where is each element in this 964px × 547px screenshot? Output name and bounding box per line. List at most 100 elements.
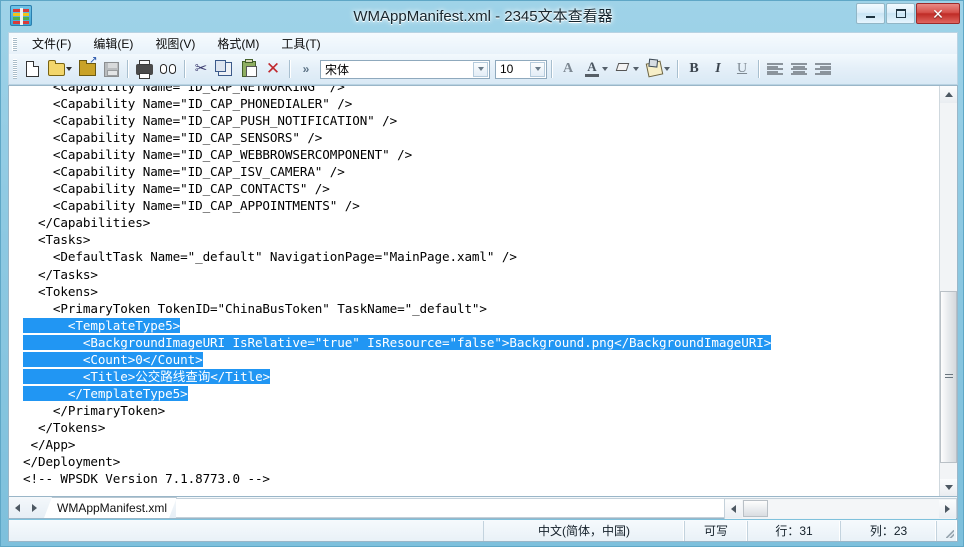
editor-line[interactable]: <Capability Name="ID_CAP_PHONEDIALER" />: [23, 95, 771, 112]
editor-line[interactable]: <Capability Name="ID_CAP_APPOINTMENTS" /…: [23, 197, 771, 214]
save-disk-icon: [103, 61, 119, 77]
font-name-dropdown-icon[interactable]: [473, 61, 488, 77]
copy-icon: [215, 60, 232, 76]
open-button[interactable]: [44, 57, 68, 81]
editor-line[interactable]: </App>: [23, 436, 771, 453]
bold-button[interactable]: B: [682, 57, 706, 81]
menu-item-view[interactable]: 视图(V): [144, 32, 206, 55]
editor-line[interactable]: </Tasks>: [23, 266, 771, 283]
menu-item-format[interactable]: 格式(M): [206, 32, 270, 55]
editor-line[interactable]: <Capability Name="ID_CAP_CONTACTS" />: [23, 180, 771, 197]
menu-item-file[interactable]: 文件(F): [21, 32, 82, 55]
chevron-left-icon: [15, 503, 20, 512]
paste-button[interactable]: [237, 57, 261, 81]
menu-item-tools[interactable]: 工具(T): [270, 32, 331, 55]
editor-line[interactable]: <PrimaryToken TokenID="ChinaBusToken" Ta…: [23, 300, 771, 317]
app-window: WMAppManifest.xml - 2345文本查看器 ✕ 文件(F) 编辑…: [0, 0, 964, 547]
toolbar-separator: [127, 60, 128, 78]
toolbar-overflow-button[interactable]: »: [294, 57, 318, 81]
vertical-scrollbar[interactable]: [939, 86, 957, 496]
editor-line[interactable]: <!-- WPSDK Version 7.1.8773.0 -->: [23, 470, 771, 487]
scissors-icon: ✂: [194, 60, 208, 77]
cut-button[interactable]: ✂: [189, 57, 213, 81]
editor-text[interactable]: <Capability Name="ID_CAP_NETWORKING" /> …: [9, 86, 771, 487]
font-color-icon: A: [587, 59, 597, 74]
editor-line[interactable]: <Title>公交路线查询</Title>: [23, 368, 771, 385]
editor-line[interactable]: <Tokens>: [23, 283, 771, 300]
scroll-up-button[interactable]: [940, 86, 957, 103]
tab-scroll-right-button[interactable]: [26, 499, 43, 516]
italic-button[interactable]: I: [706, 57, 730, 81]
highlight-button[interactable]: [611, 57, 635, 81]
open-folder-icon: [47, 59, 65, 76]
status-bar: 中文(简体，中国) 可写 行：31 列：23: [8, 520, 958, 542]
delete-x-icon: ✕: [265, 59, 281, 78]
align-center-button[interactable]: [787, 57, 811, 81]
editor-line[interactable]: <Capability Name="ID_CAP_SENSORS" />: [23, 129, 771, 146]
toolbar-separator: [758, 60, 759, 78]
title-bar[interactable]: WMAppManifest.xml - 2345文本查看器 ✕: [1, 1, 964, 31]
printer-icon: [135, 59, 153, 79]
font-size-dropdown-icon[interactable]: [530, 61, 545, 77]
chevron-down-icon: [944, 485, 953, 490]
resize-grip-icon[interactable]: [936, 520, 957, 541]
font-grow-button[interactable]: A: [556, 57, 580, 81]
font-name-combobox[interactable]: 宋体: [320, 59, 490, 79]
chevron-left-icon: [731, 504, 736, 513]
tab-bar: WMAppManifest.xml: [8, 497, 958, 519]
font-color-button[interactable]: A: [580, 57, 604, 81]
font-size-value: 10: [500, 62, 514, 76]
editor-area: <Capability Name="ID_CAP_NETWORKING" /> …: [8, 85, 958, 497]
maximize-button[interactable]: [886, 3, 915, 24]
selected-text: <Title>公交路线查询</Title>: [23, 368, 271, 384]
horizontal-scrollbar-thumb[interactable]: [743, 500, 768, 517]
menu-grip[interactable]: [12, 36, 17, 51]
editor-line[interactable]: <Capability Name="ID_CAP_ISV_CAMERA" />: [23, 163, 771, 180]
italic-icon: I: [715, 61, 721, 76]
hscroll-right-button[interactable]: [939, 499, 956, 518]
editor-line[interactable]: </PrimaryToken>: [23, 402, 771, 419]
status-language: 中文(简体，中国): [483, 520, 684, 541]
hscroll-track[interactable]: [768, 499, 939, 518]
print-button[interactable]: [132, 57, 156, 81]
editor-line[interactable]: <Tasks>: [23, 231, 771, 248]
editor-line[interactable]: </Capabilities>: [23, 214, 771, 231]
editor-line[interactable]: <DefaultTask Name="_default" NavigationP…: [23, 248, 771, 265]
hscroll-left-button[interactable]: [725, 499, 742, 518]
editor-line[interactable]: </Deployment>: [23, 453, 771, 470]
tab-scroll-left-button[interactable]: [9, 499, 26, 516]
menu-bar: 文件(F) 编辑(E) 视图(V) 格式(M) 工具(T): [8, 32, 958, 54]
chevron-double-right-icon: »: [302, 62, 310, 76]
editor-line[interactable]: <Capability Name="ID_CAP_NETWORKING" />: [23, 86, 771, 95]
align-left-icon: [767, 63, 783, 75]
editor-line[interactable]: <Count>0</Count>: [23, 351, 771, 368]
tab-wmappmanifest[interactable]: WMAppManifest.xml: [44, 497, 177, 518]
close-button[interactable]: ✕: [916, 3, 960, 24]
horizontal-scrollbar[interactable]: [724, 498, 956, 519]
editor-line[interactable]: <TemplateType5>: [23, 317, 771, 334]
scroll-down-button[interactable]: [940, 479, 957, 496]
delete-button[interactable]: ✕: [261, 57, 285, 81]
clipboard-paste-icon: [242, 59, 257, 77]
editor-line[interactable]: <Capability Name="ID_CAP_WEBBROWSERCOMPO…: [23, 146, 771, 163]
align-right-button[interactable]: [811, 57, 835, 81]
menu-item-edit[interactable]: 编辑(E): [82, 32, 144, 55]
editor-line[interactable]: <Capability Name="ID_CAP_PUSH_NOTIFICATI…: [23, 112, 771, 129]
toolbar-grip[interactable]: [13, 59, 17, 79]
save-button[interactable]: [99, 57, 123, 81]
new-button[interactable]: [20, 57, 44, 81]
save-as-button[interactable]: [75, 56, 99, 81]
underline-button[interactable]: U: [730, 57, 754, 81]
vertical-scrollbar-thumb[interactable]: [940, 291, 957, 463]
copy-button[interactable]: [213, 57, 237, 81]
find-button[interactable]: [156, 57, 180, 81]
text-editor[interactable]: <Capability Name="ID_CAP_NETWORKING" /> …: [9, 86, 938, 496]
status-column: 列：23: [840, 520, 936, 541]
minimize-button[interactable]: [856, 3, 885, 24]
editor-line[interactable]: <BackgroundImageURI IsRelative="true" Is…: [23, 334, 771, 351]
fill-color-button[interactable]: [642, 57, 666, 81]
align-left-button[interactable]: [763, 57, 787, 81]
editor-line[interactable]: </TemplateType5>: [23, 385, 771, 402]
font-size-combobox[interactable]: 10: [495, 59, 547, 79]
editor-line[interactable]: </Tokens>: [23, 419, 771, 436]
